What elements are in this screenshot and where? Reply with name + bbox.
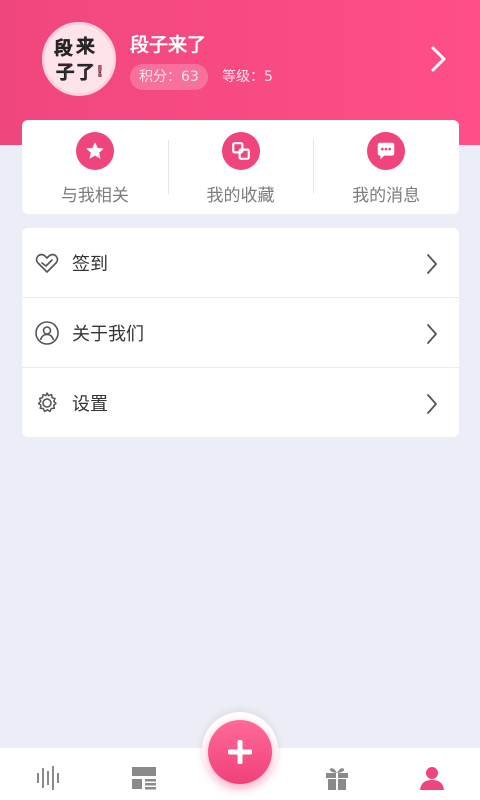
profile-icon [420, 767, 444, 790]
nav-gift[interactable] [323, 764, 351, 792]
star-icon [75, 132, 114, 170]
quick-action-related[interactable]: 与我相关 [22, 120, 168, 214]
avatar[interactable]: 段 来 子 了 ! [42, 22, 116, 96]
about-user-icon [35, 320, 59, 345]
quick-action-favorites[interactable]: 我的收藏 [167, 120, 314, 214]
menu-item-checkin[interactable]: 签到 [22, 228, 459, 298]
chevron-right-icon[interactable] [428, 44, 450, 74]
avatar-image: 段 来 子 了 ! [45, 25, 113, 93]
menu-item-label: 设置 [72, 393, 108, 415]
quick-action-label: 我的消息 [352, 186, 421, 206]
audio-wave-icon [37, 766, 59, 790]
message-icon [367, 132, 406, 170]
nav-feed[interactable] [130, 764, 158, 792]
quick-action-label: 我的收藏 [206, 186, 275, 206]
chevron-right-icon [427, 324, 437, 344]
plus-icon [228, 740, 252, 764]
score-badge: 积分：63 [130, 64, 208, 90]
svg-text:段: 段 [54, 37, 73, 59]
chevron-right-icon [427, 394, 437, 414]
nav-audio[interactable] [34, 764, 62, 792]
collection-icon [221, 132, 260, 170]
quick-action-label: 与我相关 [60, 186, 129, 206]
quick-action-messages[interactable]: 我的消息 [313, 120, 459, 214]
layout-list-icon [132, 767, 156, 790]
menu-item-about[interactable]: 关于我们 [22, 298, 459, 368]
gear-icon [37, 391, 57, 412]
username: 段子来了 [130, 34, 207, 56]
svg-text:来: 来 [75, 37, 95, 58]
svg-text:了: 了 [76, 62, 94, 83]
nav-profile[interactable] [418, 764, 446, 792]
quick-actions-card: 与我相关 我的收藏 我的消息 [22, 120, 459, 214]
heart-checkin-icon [35, 253, 59, 273]
menu-item-label: 关于我们 [72, 323, 144, 345]
menu-item-label: 签到 [72, 253, 108, 275]
menu-list: 签到 关于我们 设置 [22, 228, 459, 437]
chevron-right-icon [427, 254, 437, 274]
svg-text:!: ! [96, 63, 103, 80]
add-post-button[interactable] [208, 720, 272, 784]
menu-item-settings[interactable]: 设置 [22, 368, 459, 437]
level-badge: 等级：5 [222, 69, 273, 85]
svg-text:子: 子 [56, 62, 74, 83]
gift-icon [326, 768, 348, 790]
